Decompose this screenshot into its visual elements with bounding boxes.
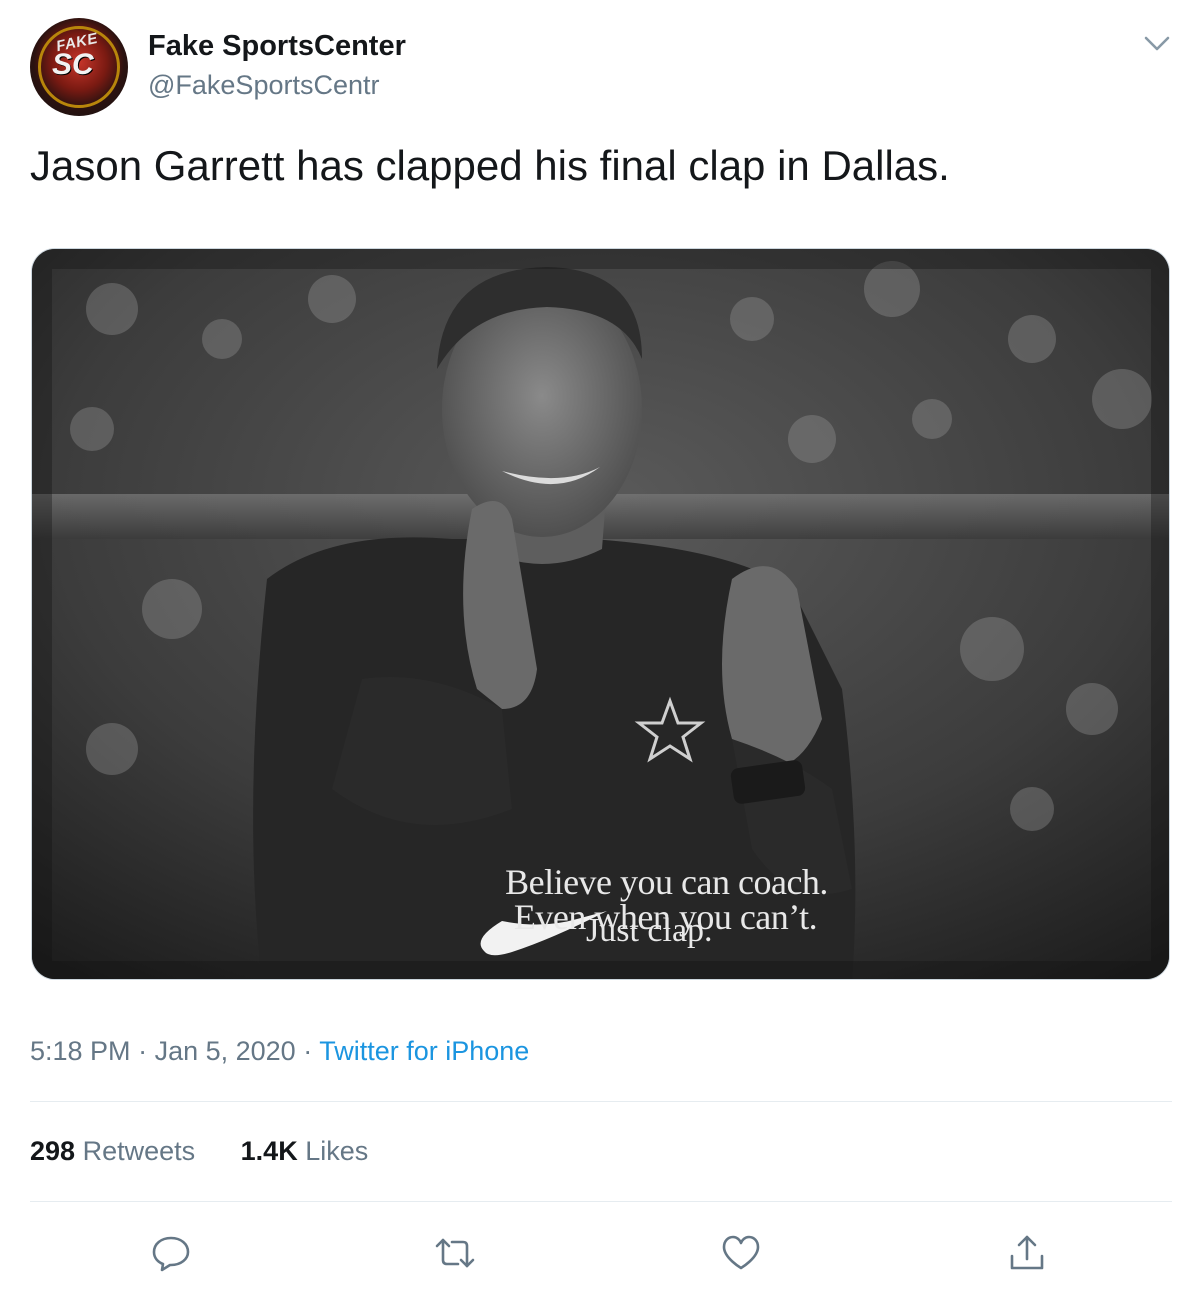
avatar[interactable]: FAKE SC <box>30 18 128 116</box>
user-handle[interactable]: @FakeSportsCentr <box>148 70 380 101</box>
meta-separator: · <box>295 1036 320 1066</box>
avatar-text-main: SC <box>52 48 94 81</box>
likes-stat[interactable]: 1.4K Likes <box>241 1136 369 1167</box>
tweet-meta: 5:18 PM · Jan 5, 2020 · Twitter for iPho… <box>30 1036 529 1067</box>
tweet-source-link[interactable]: Twitter for iPhone <box>319 1036 529 1066</box>
tweet-date[interactable]: Jan 5, 2020 <box>155 1036 296 1066</box>
likes-count: 1.4K <box>240 1136 298 1166</box>
retweets-label: Retweets <box>82 1136 196 1166</box>
divider <box>30 1201 1172 1202</box>
tweet-time[interactable]: 5:18 PM <box>30 1036 131 1066</box>
tweet-media-image[interactable]: Believe you can coach. Even when you can… <box>31 248 1170 980</box>
share-icon[interactable] <box>1006 1232 1048 1274</box>
heart-icon[interactable] <box>720 1232 762 1274</box>
media-tagline: Just clap. <box>586 912 713 949</box>
tweet-stats: 298 Retweets 1.4K Likes <box>30 1136 368 1167</box>
retweet-icon[interactable] <box>434 1232 476 1274</box>
retweets-stat[interactable]: 298 Retweets <box>30 1136 195 1167</box>
tweet-text: Jason Garrett has clapped his final clap… <box>30 142 950 189</box>
reply-icon[interactable] <box>150 1232 192 1274</box>
tweet-card: FAKE SC Fake SportsCenter @FakeSportsCen… <box>0 0 1200 1298</box>
likes-label: Likes <box>305 1136 369 1166</box>
divider <box>30 1101 1172 1102</box>
meta-separator: · <box>130 1036 155 1066</box>
display-name[interactable]: Fake SportsCenter <box>148 30 406 63</box>
chevron-down-icon[interactable] <box>1142 32 1172 54</box>
retweets-count: 298 <box>30 1136 76 1166</box>
